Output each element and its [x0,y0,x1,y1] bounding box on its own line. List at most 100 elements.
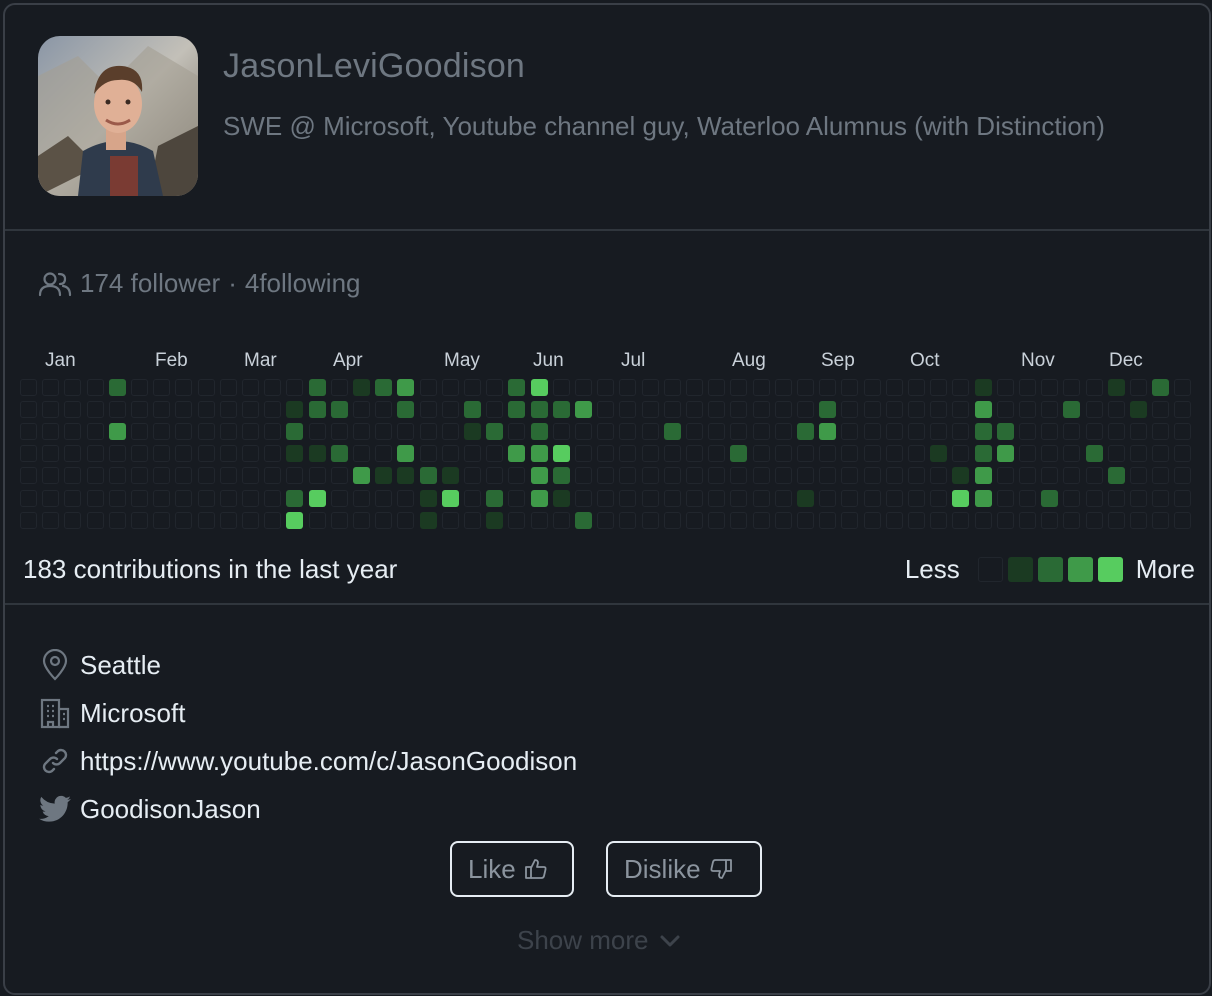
contribution-cell[interactable] [86,467,104,485]
contribution-cell[interactable] [708,379,726,396]
contribution-cell[interactable] [264,445,282,463]
contribution-cell[interactable] [930,445,948,463]
contribution-cell[interactable] [508,379,526,396]
contribution-cell[interactable] [153,379,171,396]
contribution-cell[interactable] [1041,423,1059,441]
contribution-cell[interactable] [863,379,881,396]
contribution-cell[interactable] [530,423,548,441]
contribution-cell[interactable] [1152,379,1170,396]
contribution-cell[interactable] [131,489,148,507]
contribution-cell[interactable] [575,511,592,529]
contribution-cell[interactable] [219,511,237,529]
contribution-cell[interactable] [797,423,814,441]
contribution-cell[interactable] [330,467,348,485]
contribution-cell[interactable] [663,379,681,396]
contribution-cell[interactable] [20,467,37,485]
contribution-cell[interactable] [686,423,703,441]
contribution-cell[interactable] [1107,511,1125,529]
contribution-cell[interactable] [908,401,925,419]
show-more-button[interactable]: Show more [517,925,681,956]
contribution-cell[interactable] [686,511,703,529]
contribution-cell[interactable] [308,401,326,419]
contribution-cell[interactable] [42,489,60,507]
contribution-cell[interactable] [930,423,948,441]
contribution-cell[interactable] [552,467,570,485]
contribution-cell[interactable] [464,489,481,507]
contribution-cell[interactable] [464,423,481,441]
contribution-cell[interactable] [530,489,548,507]
contribution-cell[interactable] [686,401,703,419]
contribution-cell[interactable] [996,423,1014,441]
contribution-cell[interactable] [552,423,570,441]
contribution-cell[interactable] [575,423,592,441]
contribution-cell[interactable] [797,467,814,485]
contribution-cell[interactable] [64,423,82,441]
following-count[interactable]: 4following [245,268,361,299]
username[interactable]: JasonLeviGoodison [223,47,525,86]
contribution-cell[interactable] [575,467,592,485]
contribution-cell[interactable] [1085,423,1103,441]
contribution-cell[interactable] [1041,379,1059,396]
contribution-cell[interactable] [108,511,126,529]
contribution-cell[interactable] [64,511,82,529]
contribution-cell[interactable] [819,423,837,441]
contribution-cell[interactable] [486,511,504,529]
contribution-cell[interactable] [819,445,837,463]
contribution-cell[interactable] [1130,401,1147,419]
contribution-cell[interactable] [441,489,459,507]
contribution-cell[interactable] [20,423,37,441]
contribution-cell[interactable] [419,467,437,485]
contribution-cell[interactable] [375,467,393,485]
contribution-cell[interactable] [464,401,481,419]
contribution-cell[interactable] [264,489,282,507]
contribution-cell[interactable] [996,467,1014,485]
contribution-cell[interactable] [774,445,792,463]
contribution-cell[interactable] [797,379,814,396]
contribution-cell[interactable] [1174,467,1192,485]
contribution-cell[interactable] [330,511,348,529]
contribution-cell[interactable] [1063,423,1081,441]
contribution-cell[interactable] [419,423,437,441]
contribution-cell[interactable] [464,379,481,396]
contribution-cell[interactable] [242,379,259,396]
contribution-cell[interactable] [908,423,925,441]
contribution-cell[interactable] [397,423,415,441]
contribution-cell[interactable] [730,401,748,419]
contribution-cell[interactable] [1174,511,1192,529]
contribution-cell[interactable] [641,445,659,463]
contribution-cell[interactable] [686,467,703,485]
contribution-cell[interactable] [1130,489,1147,507]
contribution-cell[interactable] [486,467,504,485]
twitter-handle[interactable]: GoodisonJason [80,794,261,825]
contribution-cell[interactable] [530,379,548,396]
contribution-cell[interactable] [819,401,837,419]
contribution-cell[interactable] [86,445,104,463]
contribution-cell[interactable] [1174,379,1192,396]
contribution-cell[interactable] [464,467,481,485]
contribution-cell[interactable] [330,423,348,441]
contribution-cell[interactable] [663,423,681,441]
contribution-cell[interactable] [108,401,126,419]
contribution-cell[interactable] [952,511,970,529]
contribution-cell[interactable] [242,511,259,529]
contribution-cell[interactable] [708,489,726,507]
contribution-cell[interactable] [597,401,615,419]
contribution-cell[interactable] [1063,401,1081,419]
contribution-cell[interactable] [219,467,237,485]
contribution-cell[interactable] [330,401,348,419]
contribution-cell[interactable] [197,401,215,419]
contribution-cell[interactable] [464,445,481,463]
contribution-cell[interactable] [242,401,259,419]
contribution-cell[interactable] [42,511,60,529]
contribution-cell[interactable] [131,423,148,441]
contribution-cell[interactable] [375,379,393,396]
contribution-cell[interactable] [752,423,770,441]
contribution-cell[interactable] [752,445,770,463]
contribution-cell[interactable] [597,489,615,507]
contribution-cell[interactable] [797,511,814,529]
contribution-cell[interactable] [996,445,1014,463]
contribution-cell[interactable] [663,401,681,419]
contribution-cell[interactable] [131,445,148,463]
contribution-cell[interactable] [863,423,881,441]
contribution-cell[interactable] [286,423,304,441]
